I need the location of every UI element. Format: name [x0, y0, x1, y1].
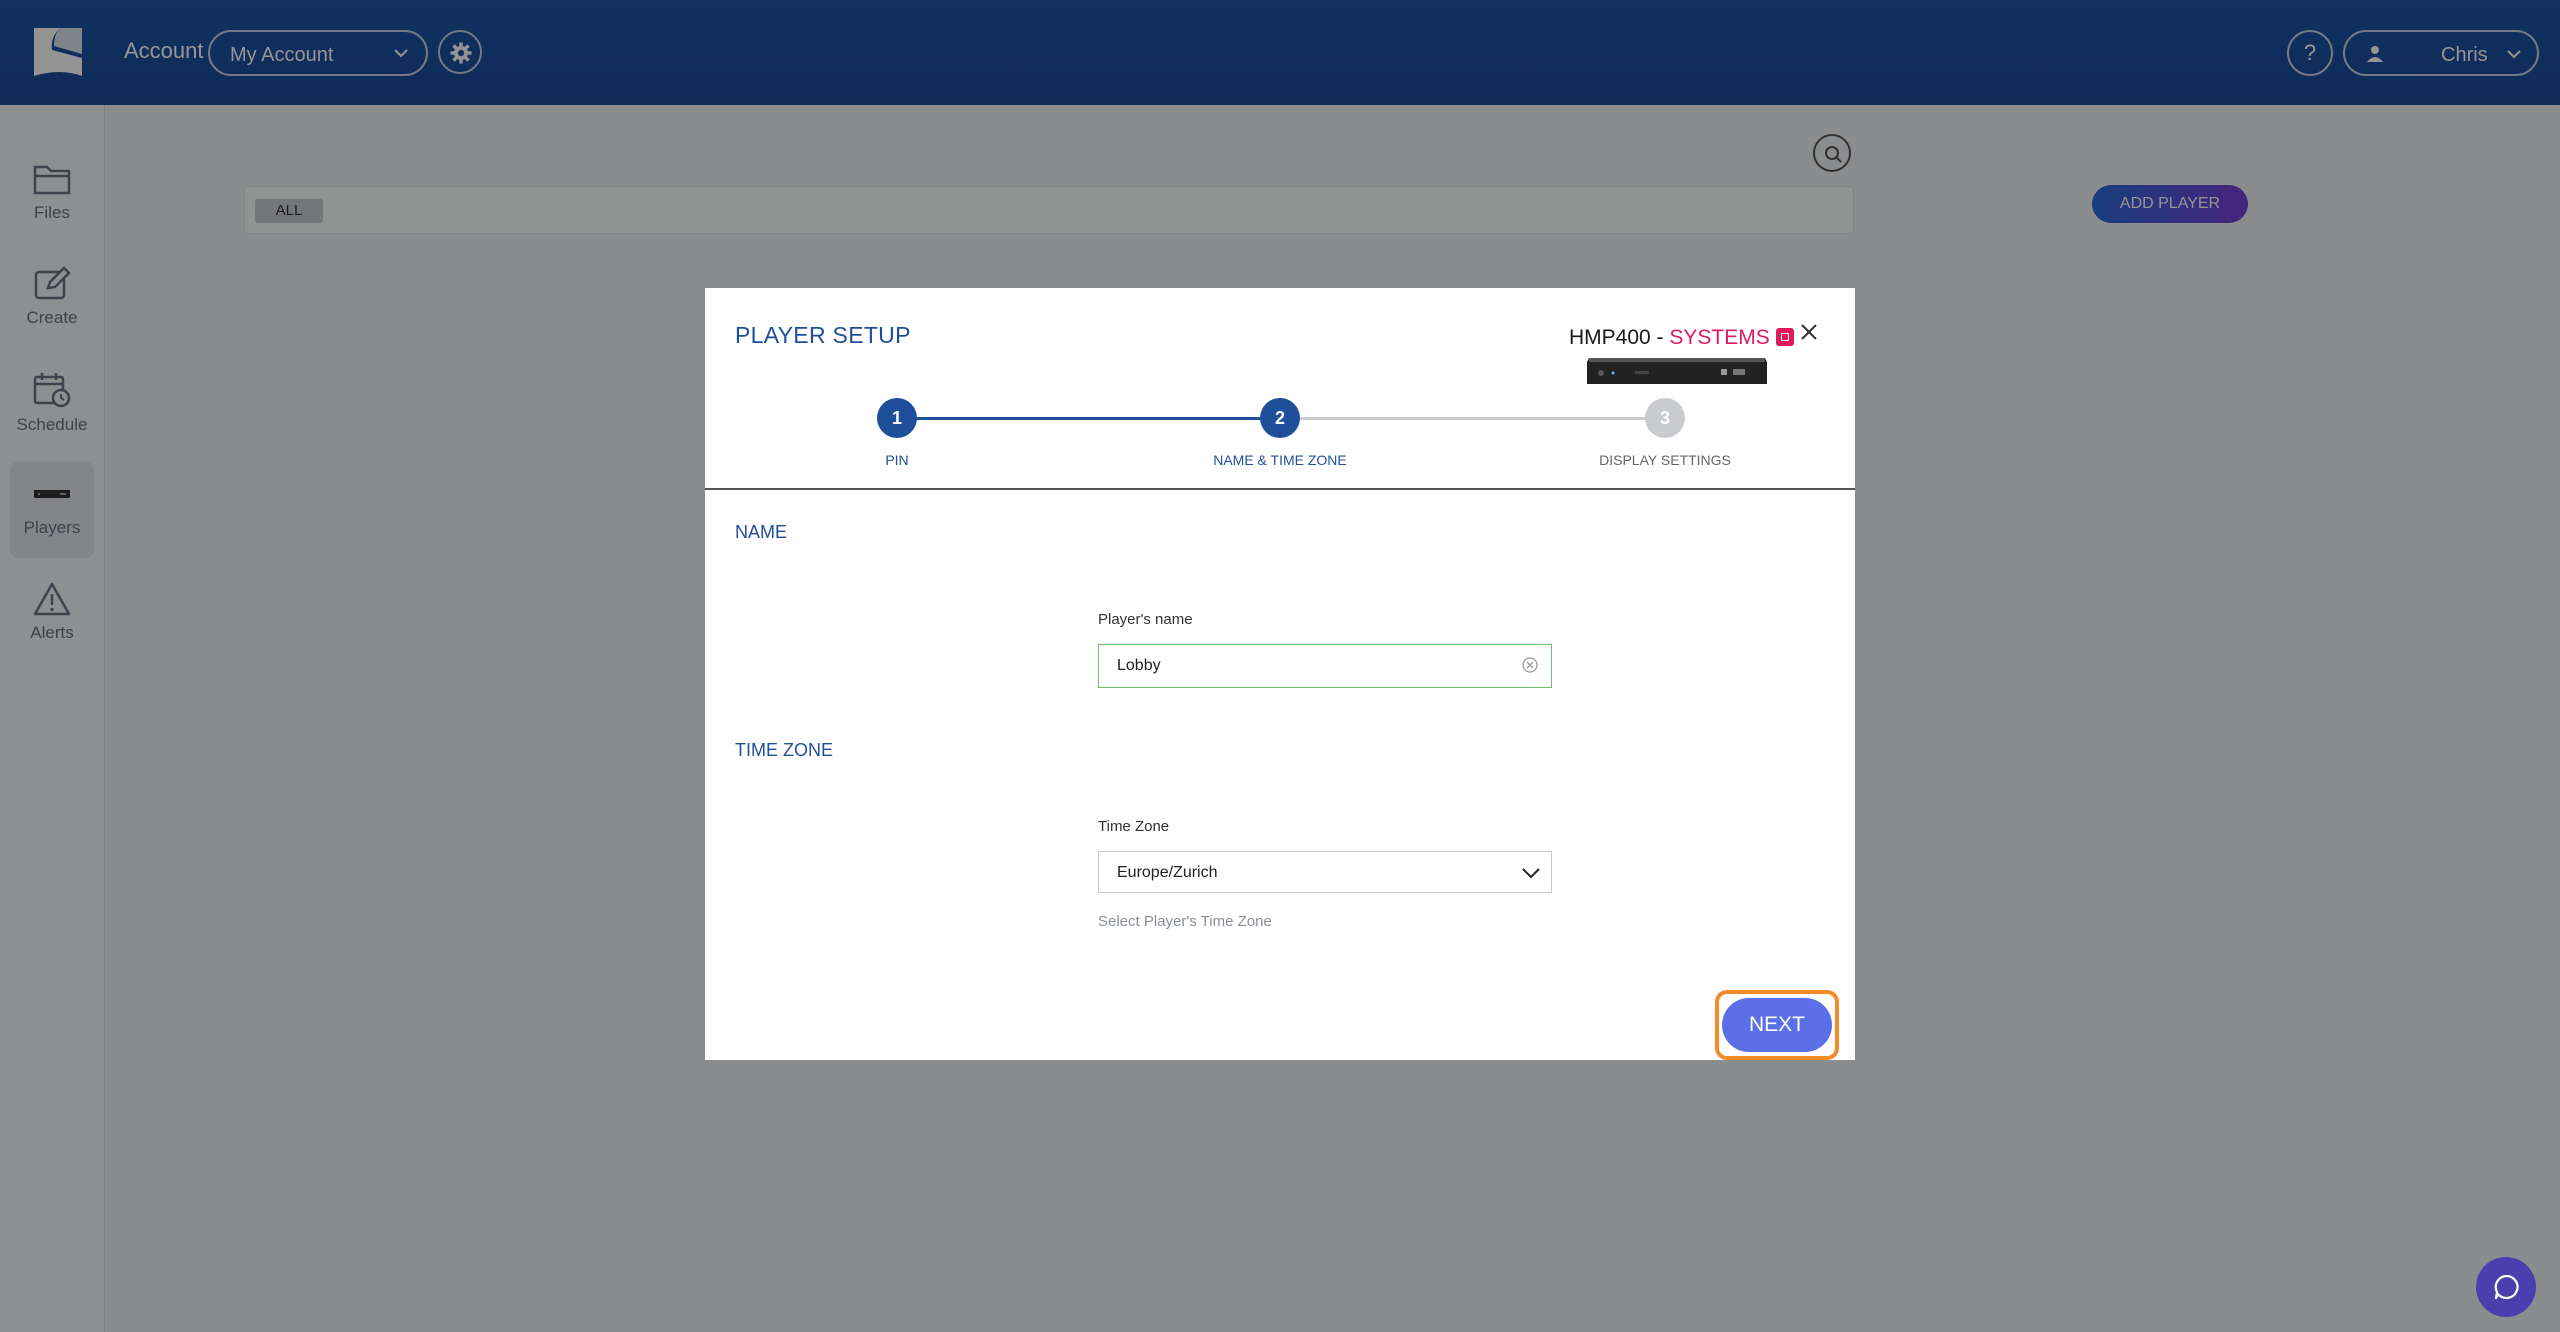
step-1-label: PIN	[885, 452, 909, 468]
modal-title: PLAYER SETUP	[735, 322, 911, 348]
step-3-circle: 3	[1645, 398, 1685, 438]
step-3-label: DISPLAY SETTINGS	[1599, 452, 1731, 468]
chat-button[interactable]	[2476, 1257, 2536, 1317]
time-zone-label: Time Zone	[1098, 818, 1170, 835]
clear-input-icon[interactable]	[1521, 656, 1539, 674]
device-model: HMP400 -	[1569, 326, 1670, 349]
time-zone-select[interactable]: Europe/Zurich	[1098, 851, 1552, 893]
time-zone-value: Europe/Zurich	[1117, 864, 1218, 881]
stepper-remaining-line	[1280, 417, 1665, 420]
device-title: HMP400 - SYSTEMS	[1569, 326, 1794, 350]
brand-logo-icon	[1775, 328, 1794, 346]
next-button[interactable]: NEXT	[1722, 998, 1832, 1052]
close-icon[interactable]	[1797, 320, 1821, 344]
player-name-input[interactable]	[1098, 644, 1552, 688]
step-2-label: NAME & TIME ZONE	[1213, 452, 1347, 468]
step-1-circle: 1	[877, 398, 917, 438]
device-brand: SYSTEMS	[1669, 326, 1770, 349]
chat-icon	[2494, 1274, 2519, 1300]
device-image-icon	[1587, 358, 1767, 384]
stepper-progress-line	[897, 417, 1280, 420]
time-zone-section-title: TIME ZONE	[735, 740, 833, 760]
chevron-down-icon	[1522, 868, 1540, 879]
player-setup-modal: PLAYER SETUP HMP400 - SYSTEMS 1 2 3 PIN …	[705, 288, 1855, 1060]
modal-divider	[705, 488, 1855, 490]
player-name-label: Player's name	[1098, 611, 1193, 628]
time-zone-help: Select Player's Time Zone	[1098, 913, 1272, 930]
name-section-title: NAME	[735, 522, 788, 542]
step-2-circle: 2	[1260, 398, 1300, 438]
